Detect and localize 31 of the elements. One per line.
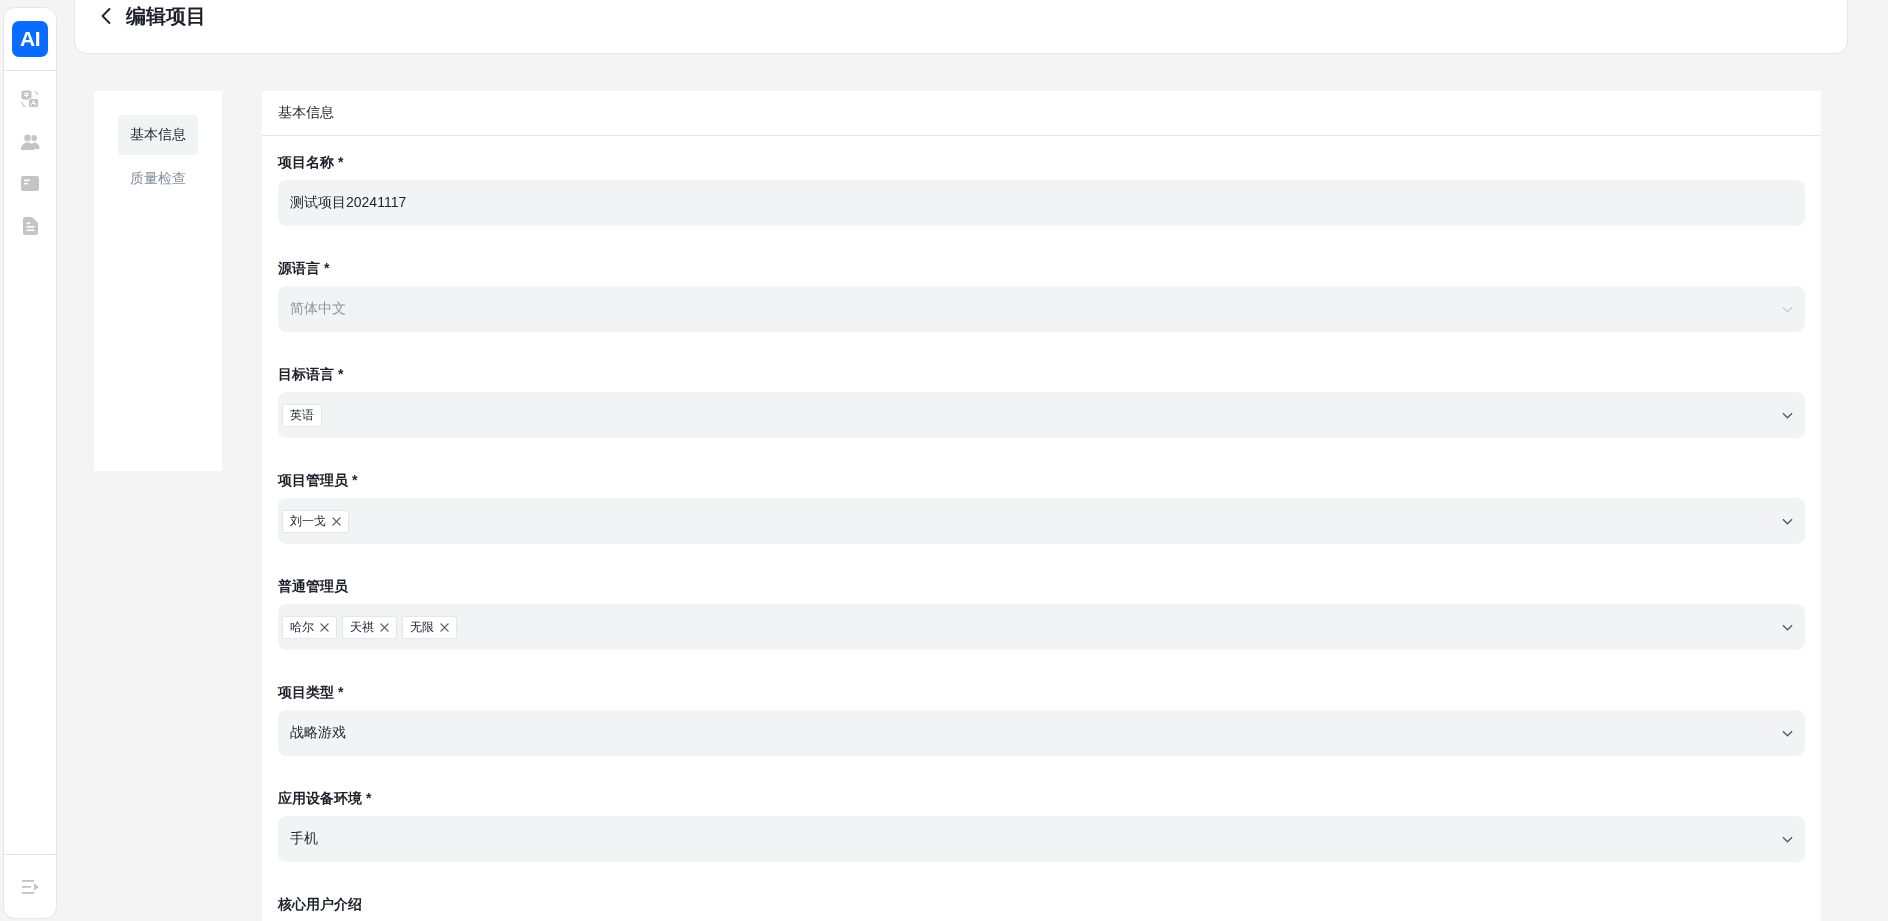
page-title: 编辑项目 [126,4,206,29]
field-label: 项目管理员 * [278,471,359,490]
tag-label: 英语 [290,406,314,424]
chevron-down-icon [1782,835,1793,843]
field-label: 项目类型 * [278,683,345,702]
section-nav-item[interactable]: 基本信息 [118,115,198,155]
section-title: 基本信息 [262,91,1821,136]
field-label: 项目名称 * [278,153,345,172]
tag-label: 天祺 [350,618,374,636]
tag-label: 哈尔 [290,618,314,636]
field-label: 核心用户介绍 [278,895,363,914]
tag-label: 刘一戈 [290,512,326,530]
multi-select-field[interactable]: 哈尔 天祺 无限 [278,604,1805,650]
select-field[interactable]: 手机 [278,816,1805,862]
multi-select-field[interactable]: 英语 [278,392,1805,438]
chevron-down-icon [1782,305,1793,313]
back-icon[interactable] [101,8,111,24]
multi-select-field[interactable]: 刘一戈 [278,498,1805,544]
close-icon[interactable] [380,622,389,632]
select-field[interactable]: 战略游戏 [278,710,1805,756]
field-label: 应用设备环境 * [278,789,373,808]
close-icon[interactable] [332,516,341,526]
text-input[interactable]: 测试项目20241117 [278,180,1805,226]
close-icon[interactable] [440,622,449,632]
close-icon[interactable] [320,622,329,632]
field-label: 普通管理员 [278,577,349,596]
app-logo: AI [12,21,48,57]
tag-label: 无限 [410,618,434,636]
field-label: 源语言 * [278,259,331,278]
field-label: 目标语言 * [278,365,345,384]
chevron-down-icon [1782,729,1793,737]
